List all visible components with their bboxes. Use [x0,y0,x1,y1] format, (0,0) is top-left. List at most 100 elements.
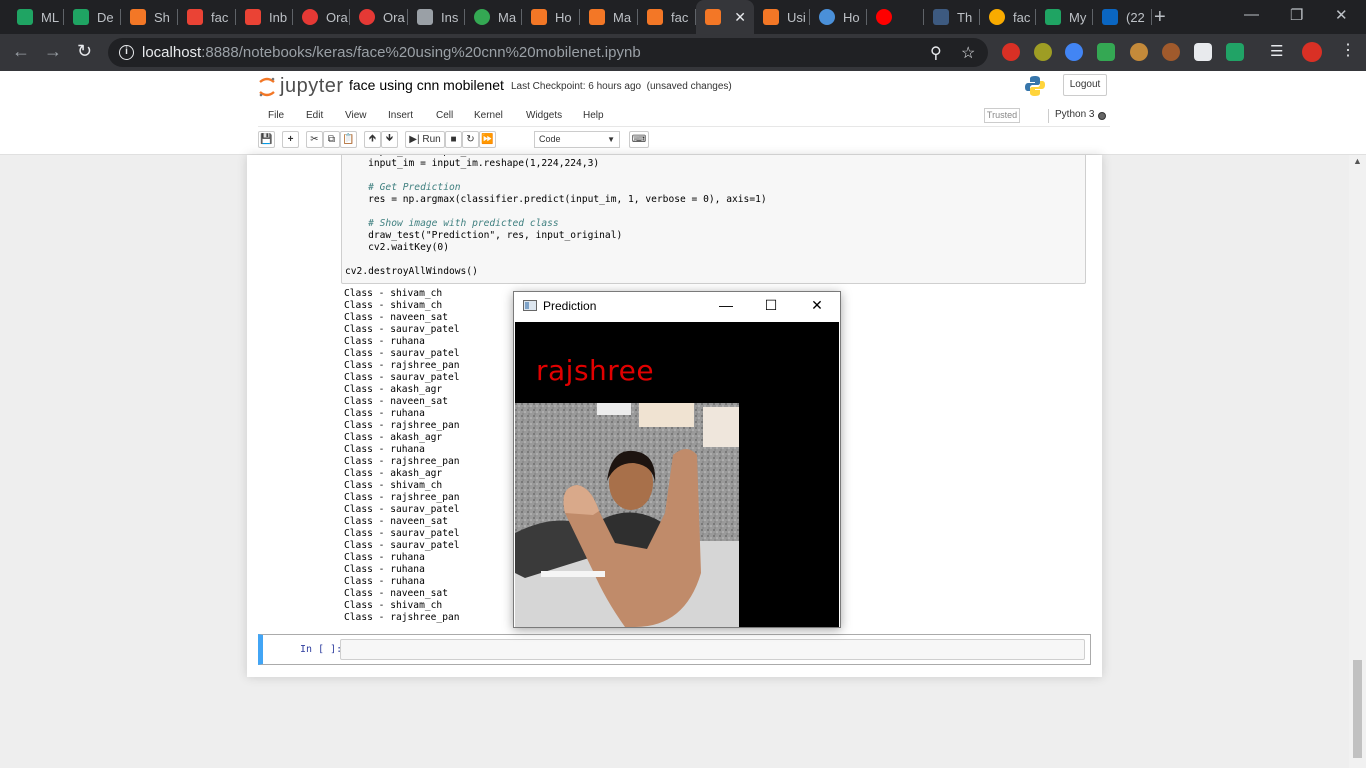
extension-icon[interactable] [1002,43,1020,61]
zoom-icon[interactable]: ⚲ [930,43,942,63]
trusted-badge[interactable]: Trusted [984,108,1020,123]
browser-tab[interactable]: ✕ [696,0,754,34]
code-line: cv2.waitKey(0) [345,242,449,253]
save-button[interactable]: 💾 [258,131,275,148]
menu-kernel[interactable]: Kernel [474,110,503,121]
browser-tab[interactable] [867,0,924,34]
site-info-icon[interactable]: i [119,45,134,60]
browser-tab[interactable]: Ins [408,0,465,34]
prediction-window-titlebar[interactable]: Prediction — ☐ ✕ [514,292,840,321]
tab-label: Th [957,9,973,25]
browser-tab[interactable]: Inb [236,0,293,34]
jupyter-header: jupyter face using cnn mobilenet Last Ch… [0,71,1366,155]
address-bar[interactable]: i localhost:8888/notebooks/keras/face%20… [108,38,988,67]
profile-avatar[interactable] [1302,42,1322,62]
output-line: Class - naveen_sat [344,312,448,323]
output-line: Class - rajshree_pan [344,420,460,431]
output-line: Class - saurav_patel [344,540,460,551]
cut-icon[interactable]: ✂ [306,131,323,148]
tab-label: (22 [1126,9,1145,25]
menu-file[interactable]: File [268,110,284,121]
face-photo [515,403,739,627]
output-line: Class - saurav_patel [344,324,460,335]
browser-tab[interactable]: fac [980,0,1036,34]
cell-editor[interactable] [340,639,1085,660]
chrome-menu-icon[interactable]: ⋮ [1340,40,1358,59]
browser-tab[interactable]: Ora [350,0,408,34]
logout-button[interactable]: Logout [1063,74,1107,96]
jupyter-logo-icon [258,76,276,98]
interrupt-button[interactable]: ■ [445,131,462,148]
ws-extension-icon[interactable] [1226,43,1244,61]
notebook-name[interactable]: face using cnn mobilenet [349,77,504,93]
back-button[interactable]: ← [12,41,30,62]
menu-widgets[interactable]: Widgets [526,110,562,121]
empty-input-cell[interactable]: In [ ]: [258,634,1091,665]
close-button[interactable]: ✕ [807,295,827,315]
menu-cell[interactable]: Cell [436,110,453,121]
copy-icon[interactable]: ⧉ [323,131,340,148]
browser-tab[interactable]: Ho [522,0,580,34]
browser-tab[interactable]: Th [924,0,980,34]
scroll-up-icon[interactable]: ▲ [1353,156,1362,166]
move-down-button[interactable]: 🡻 [381,131,398,148]
camera-extension-icon[interactable] [1065,43,1083,61]
browser-tab[interactable]: Ma [465,0,522,34]
output-line: Class - naveen_sat [344,396,448,407]
close-tab-icon[interactable]: ✕ [734,9,746,26]
jupyter-logo[interactable]: jupyter [258,75,344,98]
extension-icon[interactable] [1194,43,1212,61]
url-text: localhost:8888/notebooks/keras/face%20us… [142,44,641,61]
browser-tab[interactable]: Ma [580,0,638,34]
reload-button[interactable]: ↻ [77,41,92,62]
prediction-window[interactable]: Prediction — ☐ ✕ rajshree [513,291,841,628]
code-line: # Show image with predicted class [345,218,559,229]
code-cell[interactable]: input_im = input_im / 255. input_im = in… [341,155,1086,284]
media-control-icon[interactable]: ☰ [1270,42,1288,60]
browser-tab[interactable]: fac [178,0,236,34]
browser-tab[interactable]: Sh [121,0,178,34]
scroll-thumb[interactable] [1353,660,1362,758]
browser-tab[interactable]: ML [8,0,64,34]
predicted-class-label: rajshree [536,354,655,387]
tab-label: Sh [154,9,170,25]
insert-cell-button[interactable]: + [282,131,299,148]
tab-label: Ora [326,9,348,25]
browser-tab[interactable]: De [64,0,121,34]
restart-run-all-button[interactable]: ⏩ [479,131,496,148]
page-scrollbar[interactable]: ▲ [1349,155,1366,768]
restart-button[interactable]: ↻ [462,131,479,148]
cell-type-select[interactable]: Code ▼ [534,131,620,148]
menu-view[interactable]: View [345,110,367,121]
command-palette-icon[interactable]: ⌨ [629,131,649,148]
bookmark-star-icon[interactable]: ☆ [961,43,975,63]
new-tab-button[interactable]: + [1154,6,1166,29]
code-editor[interactable]: input_im = input_im / 255. input_im = in… [345,155,767,278]
paste-icon[interactable]: 📋 [340,131,357,148]
kernel-name[interactable]: Python 3 [1048,109,1094,123]
restore-window-button[interactable]: ❐ [1290,6,1303,24]
browser-tab[interactable]: (22 [1093,0,1152,34]
close-window-button[interactable]: ✕ [1335,6,1348,24]
browser-tab[interactable]: Ho [810,0,867,34]
menu-edit[interactable]: Edit [306,110,323,121]
cookie-extension-icon[interactable] [1162,43,1180,61]
menu-insert[interactable]: Insert [388,110,413,121]
extension-icon[interactable] [1097,43,1115,61]
maximize-button[interactable]: ☐ [761,295,781,315]
minimize-button[interactable]: — [716,295,736,315]
prediction-canvas: rajshree [515,322,839,627]
browser-tab[interactable]: fac [638,0,696,34]
python-logo-icon [1024,75,1046,102]
run-button[interactable]: ▶| Run [405,131,445,148]
browser-tab[interactable]: My [1036,0,1093,34]
browser-tab[interactable]: Usi [754,0,810,34]
extension-icon[interactable] [1034,43,1052,61]
menu-help[interactable]: Help [583,110,604,121]
move-up-button[interactable]: 🡹 [364,131,381,148]
minimize-window-button[interactable]: — [1244,6,1259,23]
forward-button[interactable]: → [44,41,62,62]
browser-tab[interactable]: Ora [293,0,350,34]
cookie-extension-icon[interactable] [1130,43,1148,61]
